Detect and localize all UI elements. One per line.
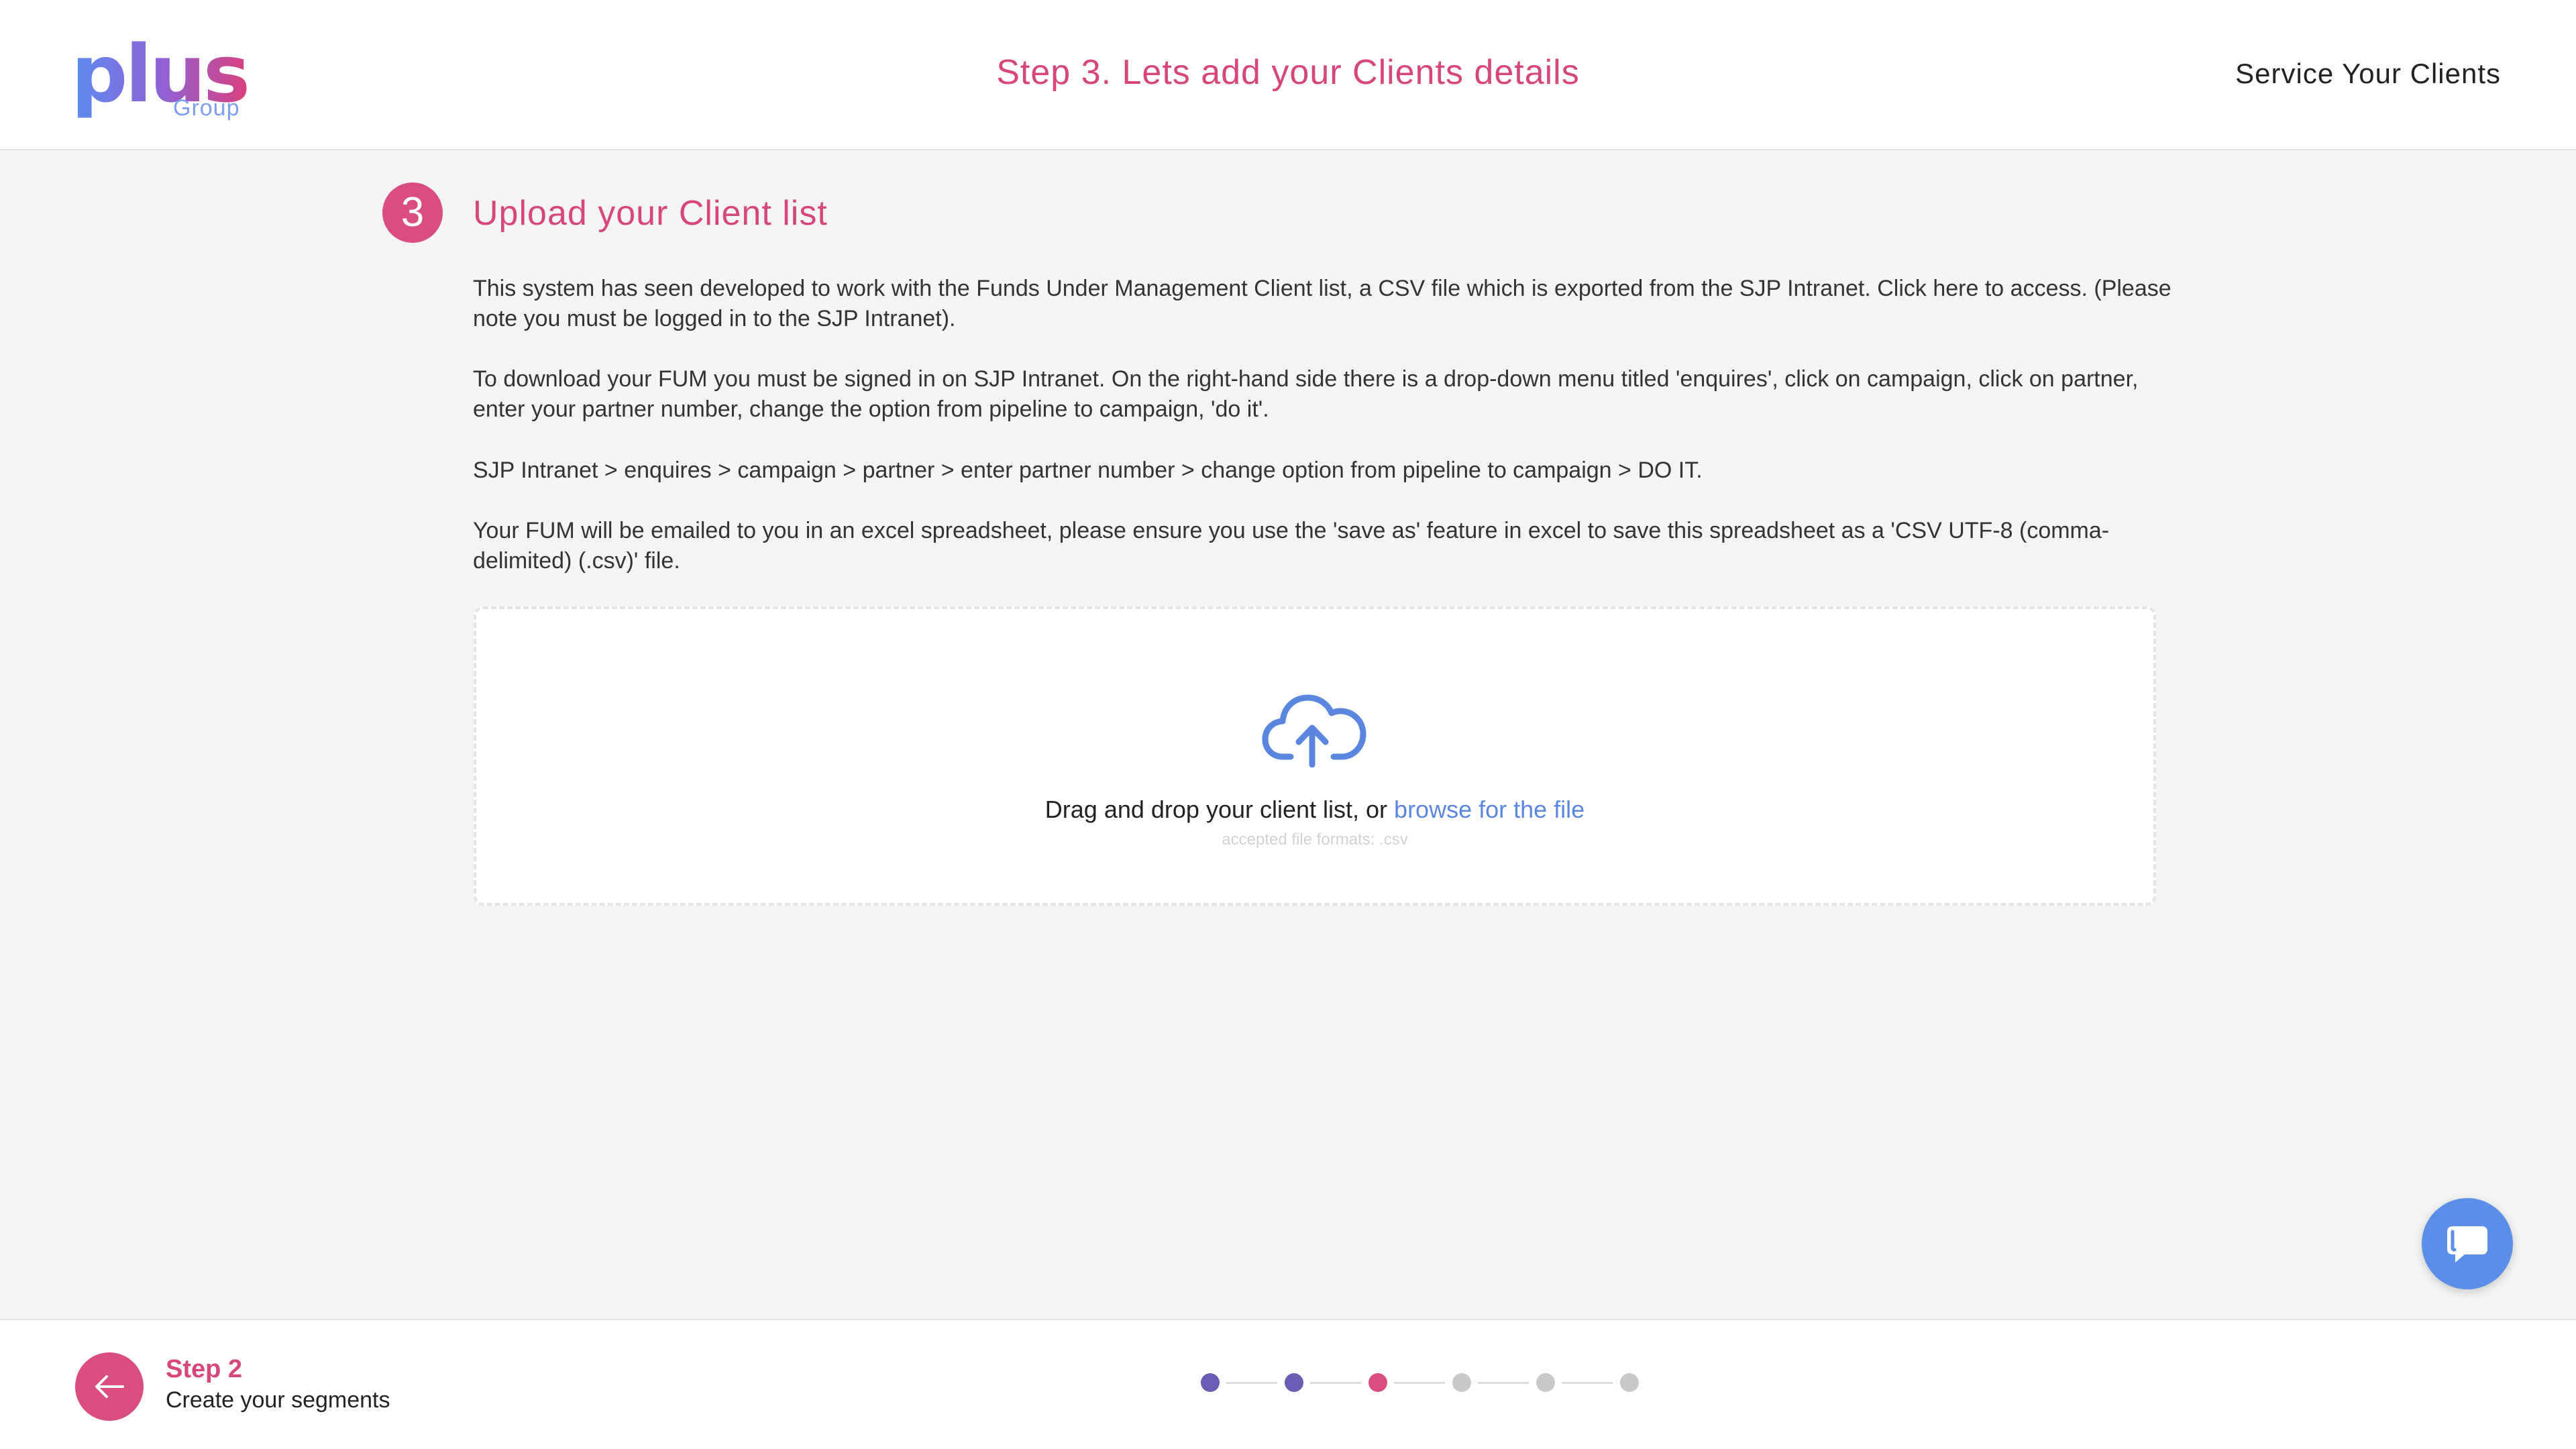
arrow-left-icon: [95, 1375, 124, 1398]
chat-bubble-icon: [2447, 1226, 2487, 1263]
back-button[interactable]: [75, 1352, 144, 1421]
page-title: Step 3. Lets add your Clients details: [996, 53, 1580, 92]
bottom-navigation: Step 2 Create your segments: [0, 1319, 2576, 1449]
previous-step-label[interactable]: Step 2: [166, 1355, 242, 1384]
progress-connector: [1562, 1382, 1613, 1384]
progress-dot-step-6: [1620, 1373, 1639, 1392]
progress-dot-step-2: [1285, 1373, 1303, 1392]
step-progress-indicator: [1201, 1373, 1644, 1393]
progress-connector: [1310, 1382, 1361, 1384]
top-header: plus Group Step 3. Lets add your Clients…: [0, 0, 2576, 150]
progress-connector: [1394, 1382, 1445, 1384]
instructions-paragraph: SJP Intranet > enquires > campaign > par…: [473, 458, 1703, 483]
cloud-upload-icon: [1262, 694, 1366, 767]
previous-step-name[interactable]: Create your segments: [166, 1387, 390, 1413]
browse-file-link[interactable]: browse for the file: [1394, 796, 1585, 823]
dropzone-instructions: Drag and drop your client list, or brows…: [476, 796, 2153, 824]
progress-dot-step-5: [1536, 1373, 1555, 1392]
chat-widget-button[interactable]: [2422, 1198, 2513, 1289]
progress-dot-step-4: [1452, 1373, 1471, 1392]
progress-dot-step-1: [1201, 1373, 1220, 1392]
dropzone-text: Drag and drop your client list, or: [1044, 796, 1395, 823]
progress-connector: [1478, 1382, 1529, 1384]
progress-connector: [1226, 1382, 1277, 1384]
section-title: Upload your Client list: [473, 194, 828, 233]
accepted-formats-hint: accepted file formats: .csv: [1222, 830, 1408, 849]
instructions-paragraph: To download your FUM you must be signed …: [473, 366, 2139, 422]
service-clients-link[interactable]: Service Your Clients: [2235, 58, 2501, 90]
step-number-badge: 3: [382, 182, 443, 243]
instructions-paragraph: Your FUM will be emailed to you in an ex…: [473, 518, 2110, 574]
progress-dot-step-3: [1368, 1373, 1387, 1392]
file-dropzone[interactable]: Drag and drop your client list, or brows…: [474, 606, 2156, 906]
instructions-paragraph: This system has seen developed to work w…: [473, 276, 2171, 331]
logo-subtitle: Group: [173, 95, 240, 121]
